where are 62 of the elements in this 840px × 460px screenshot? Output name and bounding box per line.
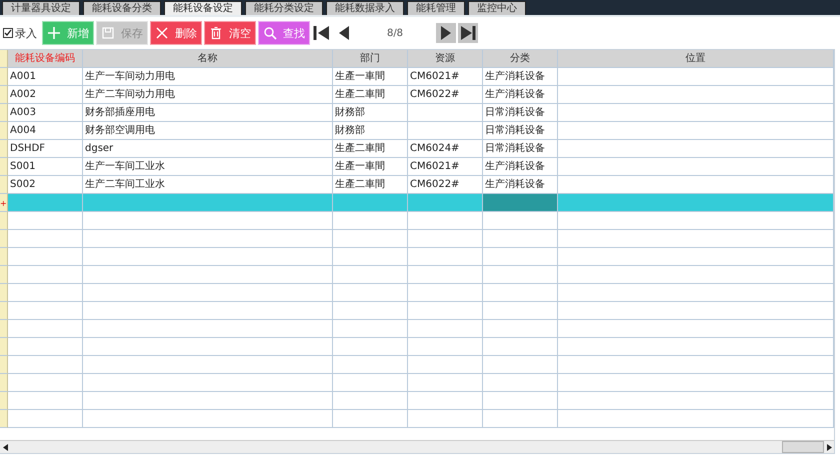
table-cell: 日常消耗设备	[483, 140, 558, 158]
table-cell[interactable]	[83, 194, 333, 212]
tab[interactable]: 能耗设备分类	[83, 1, 161, 15]
table-cell: CM6022#	[408, 86, 483, 104]
table-cell: 生產一車間	[333, 158, 408, 176]
delete-button[interactable]: 删除	[150, 21, 202, 45]
table-cell: 生产消耗设备	[483, 158, 558, 176]
checkbox[interactable]	[3, 28, 13, 38]
table-cell: CM6021#	[408, 68, 483, 86]
arrow-left-icon[interactable]	[2, 444, 8, 450]
floppy-icon	[101, 26, 115, 40]
table-cell[interactable]	[333, 194, 408, 212]
tab[interactable]: 能耗管理	[407, 1, 465, 15]
clear-button[interactable]: 清空	[204, 21, 256, 45]
table-cell: S001	[8, 158, 83, 176]
checkbox-label: 录入	[15, 26, 37, 40]
table-cell: 生產二車間	[333, 140, 408, 158]
table-cell[interactable]	[8, 194, 83, 212]
column-header[interactable]: 部门	[333, 50, 408, 68]
table-cell: 生產二車間	[333, 86, 408, 104]
table-cell: dgser	[83, 140, 333, 158]
table-cell: A002	[8, 86, 83, 104]
table-cell: A001	[8, 68, 83, 86]
column-header[interactable]: 名称	[83, 50, 333, 68]
column-header[interactable]: 资源	[408, 50, 483, 68]
table-cell: CM6021#	[408, 158, 483, 176]
arrow-right-icon[interactable]	[826, 444, 832, 450]
table-cell: 生产一车间动力用电	[83, 68, 333, 86]
scrollbar-thumb[interactable]	[782, 441, 824, 453]
column-header[interactable]: 位置	[558, 50, 834, 68]
tab[interactable]: 能耗设备设定	[164, 1, 242, 15]
table-cell: CM6024#	[408, 140, 483, 158]
table-cell: 生产消耗设备	[483, 68, 558, 86]
table-cell: 财务部空调用电	[83, 122, 333, 140]
skip-back-icon[interactable]	[312, 23, 332, 43]
tab[interactable]: 监控中心	[468, 1, 526, 15]
table-cell: 財務部	[333, 122, 408, 140]
table-cell: A003	[8, 104, 83, 122]
new-row-marker: +	[0, 194, 8, 212]
plus-icon	[47, 26, 61, 40]
table-cell: 生產一車間	[333, 68, 408, 86]
tab[interactable]: 能耗数据录入	[326, 1, 404, 15]
table-cell: 生产二车间动力用电	[83, 86, 333, 104]
table-cell: 生产一车间工业水	[83, 158, 333, 176]
table-cell[interactable]	[408, 194, 483, 212]
tab[interactable]: 能耗分类设定	[245, 1, 323, 15]
table-cell: 日常消耗设备	[483, 122, 558, 140]
table-cell: 財務部	[333, 104, 408, 122]
table-cell[interactable]	[558, 194, 834, 212]
trash-icon	[209, 26, 223, 40]
search-icon	[263, 26, 277, 40]
column-header[interactable]: 分类	[483, 50, 558, 68]
table-cell[interactable]	[483, 194, 558, 212]
close-icon	[155, 26, 169, 40]
table-cell: A004	[8, 122, 83, 140]
table-cell: 财务部插座用电	[83, 104, 333, 122]
horizontal-scrollbar[interactable]	[0, 440, 834, 453]
table-cell: 生产消耗设备	[483, 86, 558, 104]
page-indicator: 8/8	[386, 28, 404, 38]
tab[interactable]: 计量器具设定	[2, 1, 80, 15]
table-cell: 日常消耗设备	[483, 104, 558, 122]
table-cell: DSHDF	[8, 140, 83, 158]
